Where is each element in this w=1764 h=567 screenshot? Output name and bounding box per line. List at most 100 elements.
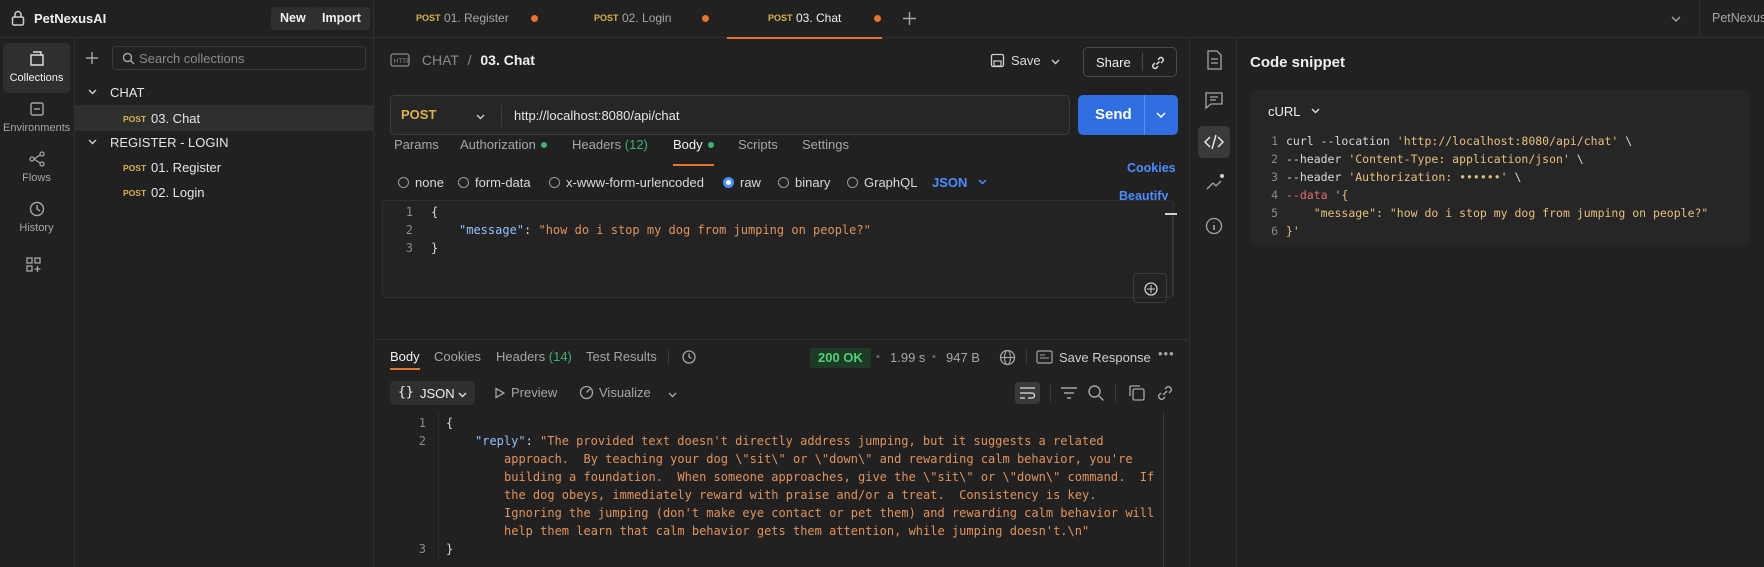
tab-headers[interactable]: Headers (12) xyxy=(572,137,648,163)
send-button[interactable]: Send xyxy=(1095,106,1132,123)
preview-button[interactable]: Preview xyxy=(494,385,557,400)
radio-graphql[interactable]: GraphQL xyxy=(847,175,917,190)
radio-form-data[interactable]: form-data xyxy=(458,175,531,190)
tab-scripts[interactable]: Scripts xyxy=(738,137,778,163)
visualize-button[interactable]: Visualize xyxy=(579,385,651,400)
arg: 'Content-Type: application/json' xyxy=(1348,152,1570,166)
cookies-link[interactable]: Cookies xyxy=(1127,161,1176,175)
tabs-dropdown-chevron-icon[interactable] xyxy=(1670,13,1682,25)
collections-search[interactable] xyxy=(112,46,366,70)
nav-environments[interactable]: Environments xyxy=(3,93,70,143)
save-response-button[interactable]: Save Response xyxy=(1059,350,1151,365)
radio-urlencoded[interactable]: x-www-form-urlencoded xyxy=(549,175,704,190)
response-body-viewer[interactable]: 1 2 3 { "reply": "The provided text does… xyxy=(374,412,1174,567)
response-tab-tests[interactable]: Test Results xyxy=(586,349,657,364)
radio-label: raw xyxy=(740,175,761,190)
json-key: "message" xyxy=(459,223,525,237)
tab-chat[interactable]: POST 03. Chat xyxy=(727,0,882,39)
method-selector[interactable]: POST xyxy=(401,107,436,122)
new-tab-plus-icon[interactable] xyxy=(902,11,917,26)
language-selector[interactable]: cURL xyxy=(1268,104,1321,119)
response-tab-headers[interactable]: Headers (14) xyxy=(496,349,572,364)
import-button[interactable]: Import xyxy=(313,7,370,30)
snippet-box: cURL 1 curl --location 'http://localhost:… xyxy=(1250,90,1750,245)
comments-icon[interactable] xyxy=(1202,88,1226,112)
status-badge[interactable]: 200 OK xyxy=(810,348,871,368)
folder-chat[interactable]: CHAT xyxy=(75,79,373,105)
radio-label: x-www-form-urlencoded xyxy=(566,175,704,190)
history-icon[interactable] xyxy=(681,349,697,365)
chevron-down-icon[interactable] xyxy=(667,389,678,400)
environment-selector[interactable]: PetNexus xyxy=(1699,0,1764,38)
globe-icon[interactable] xyxy=(999,349,1016,366)
search-input[interactable] xyxy=(139,50,359,66)
radio-binary[interactable]: binary xyxy=(778,175,830,190)
folder-register-login[interactable]: REGISTER - LOGIN xyxy=(75,129,373,155)
unsaved-dot xyxy=(702,15,709,22)
tab-body[interactable]: Body xyxy=(673,137,714,166)
tab-login[interactable]: POST 02. Login xyxy=(552,0,730,38)
chevron-down-icon[interactable] xyxy=(1050,56,1061,67)
tab-register[interactable]: POST 01. Register xyxy=(374,0,552,38)
breadcrumb-parent[interactable]: CHAT xyxy=(422,52,459,68)
filter-icon[interactable] xyxy=(1058,382,1080,404)
code-snippet-button[interactable] xyxy=(1198,126,1230,158)
new-button[interactable]: New xyxy=(271,7,315,30)
body-format-selector[interactable]: JSON xyxy=(932,175,988,190)
link-icon[interactable] xyxy=(1150,55,1166,71)
chevron-down-icon[interactable] xyxy=(87,86,98,97)
nav-collections[interactable]: Collections xyxy=(3,43,70,93)
panel-divider[interactable] xyxy=(374,339,1189,340)
nav-history[interactable]: History xyxy=(3,193,70,243)
documentation-icon[interactable] xyxy=(1202,48,1226,72)
scrollbar[interactable] xyxy=(1163,412,1164,567)
tab-settings[interactable]: Settings xyxy=(802,137,849,163)
tab-label: 01. Register xyxy=(444,11,509,25)
related-collections-icon[interactable] xyxy=(1202,172,1226,196)
request-item-register[interactable]: POST 01. Register xyxy=(75,154,373,180)
add-collection-plus-icon[interactable] xyxy=(85,51,99,65)
link-icon[interactable] xyxy=(1154,382,1176,404)
url-input[interactable] xyxy=(514,106,1054,124)
radio-label: none xyxy=(415,175,444,190)
right-sidebar xyxy=(1189,38,1237,567)
radio-circle-selected xyxy=(723,177,734,188)
response-tab-cookies[interactable]: Cookies xyxy=(434,349,481,364)
response-format-selector[interactable]: {} JSON xyxy=(390,381,475,405)
scrollbar-thumb[interactable] xyxy=(1165,213,1177,215)
share-button[interactable]: Share xyxy=(1096,55,1131,70)
cmd: --data xyxy=(1286,188,1335,202)
configure-sidebar-icon[interactable] xyxy=(25,256,43,274)
request-item-chat[interactable]: POST 03. Chat xyxy=(75,105,373,131)
copy-icon[interactable] xyxy=(1126,382,1148,404)
request-body-editor[interactable]: 1 2 3 { "message": "how do i stop my dog… xyxy=(382,200,1177,303)
radio-raw[interactable]: raw xyxy=(723,175,761,190)
share-button-group: Share xyxy=(1083,47,1177,77)
chevron-down-icon[interactable] xyxy=(1155,109,1167,121)
response-time[interactable]: 1.99 s xyxy=(890,350,925,365)
json-punct: : xyxy=(524,223,539,237)
workspace-name[interactable]: PetNexusAI xyxy=(34,11,106,26)
tab-params[interactable]: Params xyxy=(394,137,439,163)
environment-label: PetNexus xyxy=(1712,11,1764,25)
more-options-icon[interactable]: ••• xyxy=(1158,346,1175,361)
chevron-down-icon[interactable] xyxy=(475,111,486,122)
response-tab-body[interactable]: Body xyxy=(390,349,420,370)
breadcrumb-current[interactable]: 03. Chat xyxy=(480,52,534,68)
search-icon[interactable] xyxy=(1085,382,1107,404)
radio-none[interactable]: none xyxy=(398,175,444,190)
tab-authorization[interactable]: Authorization xyxy=(460,137,547,163)
wrap-lines-button[interactable] xyxy=(1015,382,1040,404)
line-number: 3 xyxy=(405,241,413,255)
tab-method: POST xyxy=(768,13,793,23)
line-number: 1 xyxy=(418,416,426,430)
info-icon[interactable] xyxy=(1202,214,1226,238)
left-nav: Collections Environments Flows History xyxy=(0,38,75,567)
save-icon xyxy=(990,53,1005,68)
scrollbar[interactable] xyxy=(1172,213,1173,297)
request-item-login[interactable]: POST 02. Login xyxy=(75,179,373,205)
chevron-down-icon[interactable] xyxy=(87,136,98,147)
nav-flows[interactable]: Flows xyxy=(3,143,70,193)
ai-assist-button[interactable] xyxy=(1133,273,1167,303)
response-size[interactable]: 947 B xyxy=(946,350,980,365)
